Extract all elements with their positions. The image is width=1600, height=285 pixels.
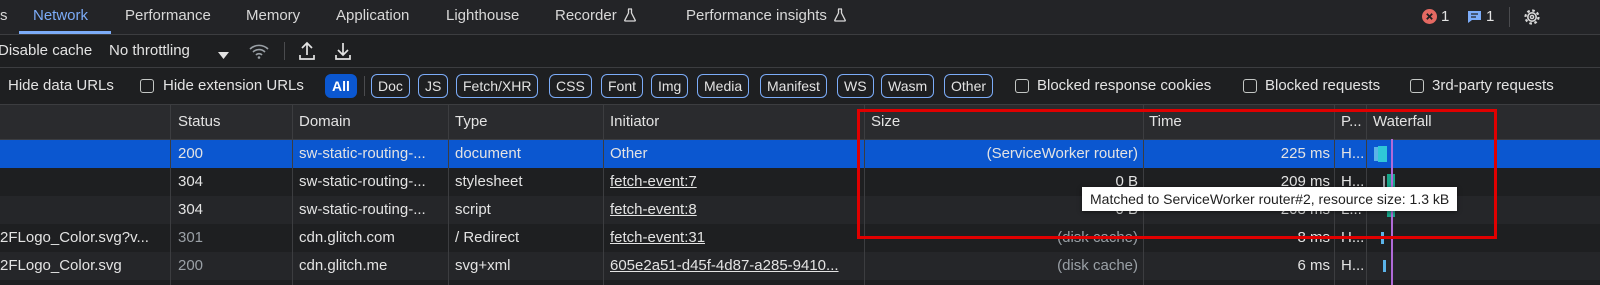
cell-domain: sw-static-routing-... xyxy=(299,201,426,218)
cell-type: / Redirect xyxy=(455,229,520,246)
cell-status: 304 xyxy=(178,201,204,218)
cell-domain: cdn.glitch.me xyxy=(299,257,388,274)
size-tooltip: Matched to ServiceWorker router#2, resou… xyxy=(1082,187,1458,211)
initiator-link[interactable]: fetch-event:7 xyxy=(610,168,697,196)
tab-recorder[interactable]: Recorder xyxy=(555,0,637,34)
table-row[interactable]: 2FLogo_Color.svg 200 cdn.glitch.me svg+x… xyxy=(0,252,1600,280)
filter-manifest-chip[interactable]: Manifest xyxy=(760,74,827,98)
blocked-cookies-checkbox[interactable] xyxy=(1015,79,1029,93)
divider xyxy=(1509,7,1510,27)
message-count[interactable]: 1 xyxy=(1486,0,1494,34)
cell-initiator: Other xyxy=(610,145,648,162)
chevron-down-icon[interactable] xyxy=(218,47,229,64)
tab-application[interactable]: Application xyxy=(336,0,409,34)
cell-type: script xyxy=(455,201,491,218)
filter-media-chip[interactable]: Media xyxy=(697,74,750,98)
tab-performance-insights[interactable]: Performance insights xyxy=(686,0,847,34)
hide-extension-urls-label[interactable]: Hide extension URLs xyxy=(163,68,304,104)
cell-status: 301 xyxy=(178,229,204,246)
cell-name xyxy=(0,168,165,196)
tab-performance[interactable]: Performance xyxy=(125,0,211,34)
flask-icon xyxy=(833,8,846,22)
column-divider[interactable] xyxy=(170,105,171,285)
filter-other-chip[interactable]: Other xyxy=(944,74,994,98)
cell-status: 304 xyxy=(178,173,204,190)
cell-type: document xyxy=(455,145,521,162)
initiator-link[interactable]: 605e2a51-d45f-4d87-a285-9410... xyxy=(610,252,860,280)
cell-name xyxy=(0,140,165,168)
cell-domain: sw-static-routing-... xyxy=(299,173,426,190)
initiator-link[interactable]: fetch-event:8 xyxy=(610,196,697,224)
filter-font-chip[interactable]: Font xyxy=(601,74,644,98)
highlight-annotation-box xyxy=(857,109,1497,239)
cell-name: 2FLogo_Color.svg xyxy=(0,257,122,274)
filter-wasm-chip[interactable]: Wasm xyxy=(881,74,935,98)
blocked-requests-label[interactable]: Blocked requests xyxy=(1265,68,1380,104)
error-count[interactable]: 1 xyxy=(1441,0,1449,34)
column-divider[interactable] xyxy=(448,105,449,285)
column-divider[interactable] xyxy=(603,105,604,285)
filter-css-chip[interactable]: CSS xyxy=(549,74,592,98)
network-toolbar: Disable cache No throttling xyxy=(0,35,1600,68)
blocked-cookies-label[interactable]: Blocked response cookies xyxy=(1037,68,1211,104)
filter-img-chip[interactable]: Img xyxy=(651,74,689,98)
third-party-label[interactable]: 3rd-party requests xyxy=(1432,68,1554,104)
filter-js-chip[interactable]: JS xyxy=(418,74,449,98)
disable-cache-label[interactable]: Disable cache xyxy=(0,35,92,67)
close-x-glyph xyxy=(1426,13,1433,20)
filter-bar: Hide data URLs Hide extension URLs All D… xyxy=(0,68,1600,105)
column-header-type[interactable]: Type xyxy=(455,105,488,139)
cell-name: 2FLogo_Color.svg?v... xyxy=(0,229,149,246)
third-party-checkbox[interactable] xyxy=(1410,79,1424,93)
tab-performance-insights-label: Performance insights xyxy=(686,7,827,24)
tab-memory[interactable]: Memory xyxy=(246,0,300,34)
settings-gear-icon[interactable] xyxy=(1522,7,1542,31)
cell-size: (disk cache) xyxy=(1057,257,1138,274)
cell-name xyxy=(0,196,165,224)
devtools-tab-bar: s Network Performance Memory Application… xyxy=(0,0,1600,35)
throttling-select[interactable]: No throttling xyxy=(109,35,190,67)
blocked-requests-checkbox[interactable] xyxy=(1243,79,1257,93)
cell-domain: cdn.glitch.com xyxy=(299,229,395,246)
cell-status: 200 xyxy=(178,145,204,162)
network-conditions-wifi-icon[interactable] xyxy=(248,42,270,64)
cell-type: svg+xml xyxy=(455,257,511,274)
filter-all-chip[interactable]: All xyxy=(325,74,357,98)
cell-time: 6 ms xyxy=(1297,257,1330,274)
hide-data-urls-label[interactable]: Hide data URLs xyxy=(8,68,114,104)
waterfall-download-bar xyxy=(1383,260,1386,272)
active-tab-indicator xyxy=(19,31,111,34)
hide-extension-urls-checkbox[interactable] xyxy=(140,79,154,93)
download-export-icon[interactable] xyxy=(334,41,352,65)
initiator-link[interactable]: fetch-event:31 xyxy=(610,224,705,252)
cell-domain: sw-static-routing-... xyxy=(299,145,426,162)
tab-overflow-partial[interactable]: s xyxy=(0,0,8,34)
filter-ws-chip[interactable]: WS xyxy=(837,74,874,98)
divider xyxy=(284,42,285,60)
filter-fetch-xhr-chip[interactable]: Fetch/XHR xyxy=(456,74,539,98)
column-divider[interactable] xyxy=(292,105,293,285)
cell-type: stylesheet xyxy=(455,173,523,190)
upload-import-icon[interactable] xyxy=(298,41,316,65)
tab-lighthouse[interactable]: Lighthouse xyxy=(446,0,519,34)
column-header-status[interactable]: Status xyxy=(178,105,221,139)
flask-icon xyxy=(623,8,636,22)
column-header-domain[interactable]: Domain xyxy=(299,105,351,139)
divider xyxy=(364,76,365,96)
cell-protocol: H... xyxy=(1341,257,1365,274)
error-icon[interactable] xyxy=(1422,9,1437,24)
column-header-initiator[interactable]: Initiator xyxy=(610,105,659,139)
tab-network[interactable]: Network xyxy=(33,0,88,34)
message-icon[interactable] xyxy=(1467,10,1482,28)
cell-status: 200 xyxy=(178,257,204,274)
filter-doc-chip[interactable]: Doc xyxy=(371,74,410,98)
tab-recorder-label: Recorder xyxy=(555,7,617,24)
